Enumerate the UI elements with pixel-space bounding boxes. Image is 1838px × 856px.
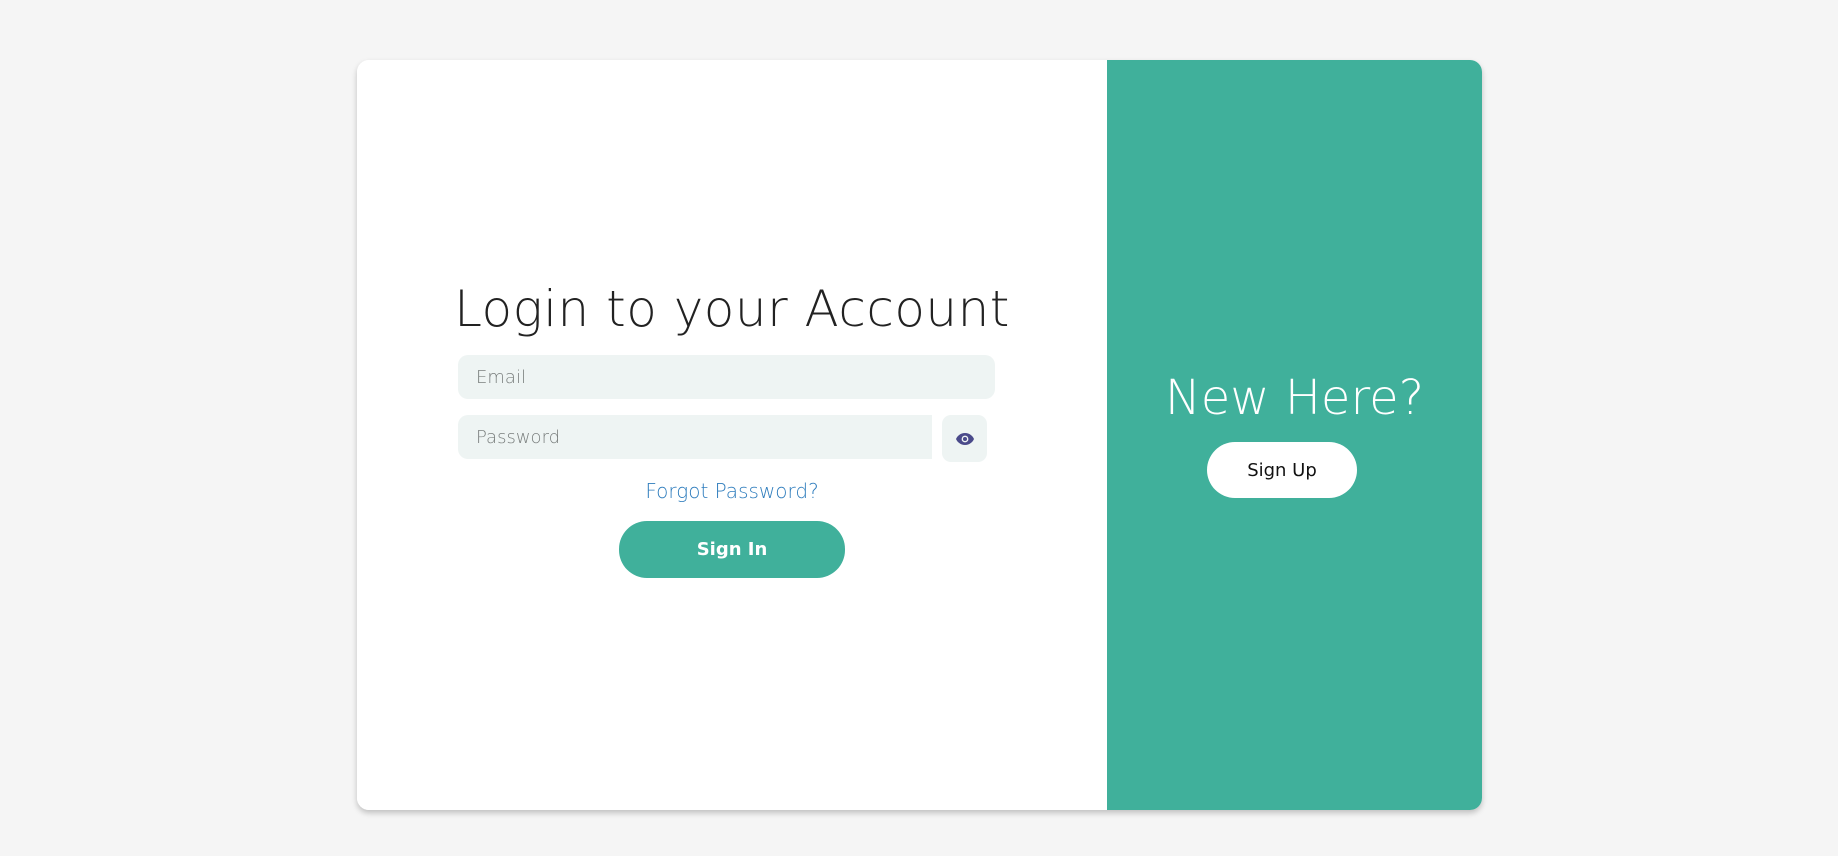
password-input[interactable] [458, 415, 932, 459]
toggle-password-visibility-button[interactable] [942, 415, 987, 462]
email-input[interactable] [458, 355, 995, 399]
sign-up-button[interactable]: Sign Up [1207, 442, 1357, 498]
login-panel: Login to your Account Forgot Password? S… [357, 60, 1107, 810]
forgot-password-link[interactable]: Forgot Password? [357, 479, 1107, 503]
login-card: Login to your Account Forgot Password? S… [357, 60, 1482, 810]
signup-panel: New Here? Sign Up [1107, 60, 1482, 810]
signup-heading: New Here? [1164, 370, 1425, 426]
page-title: Login to your Account [454, 280, 1010, 338]
eye-icon [955, 432, 974, 445]
sign-in-button[interactable]: Sign In [619, 521, 845, 578]
